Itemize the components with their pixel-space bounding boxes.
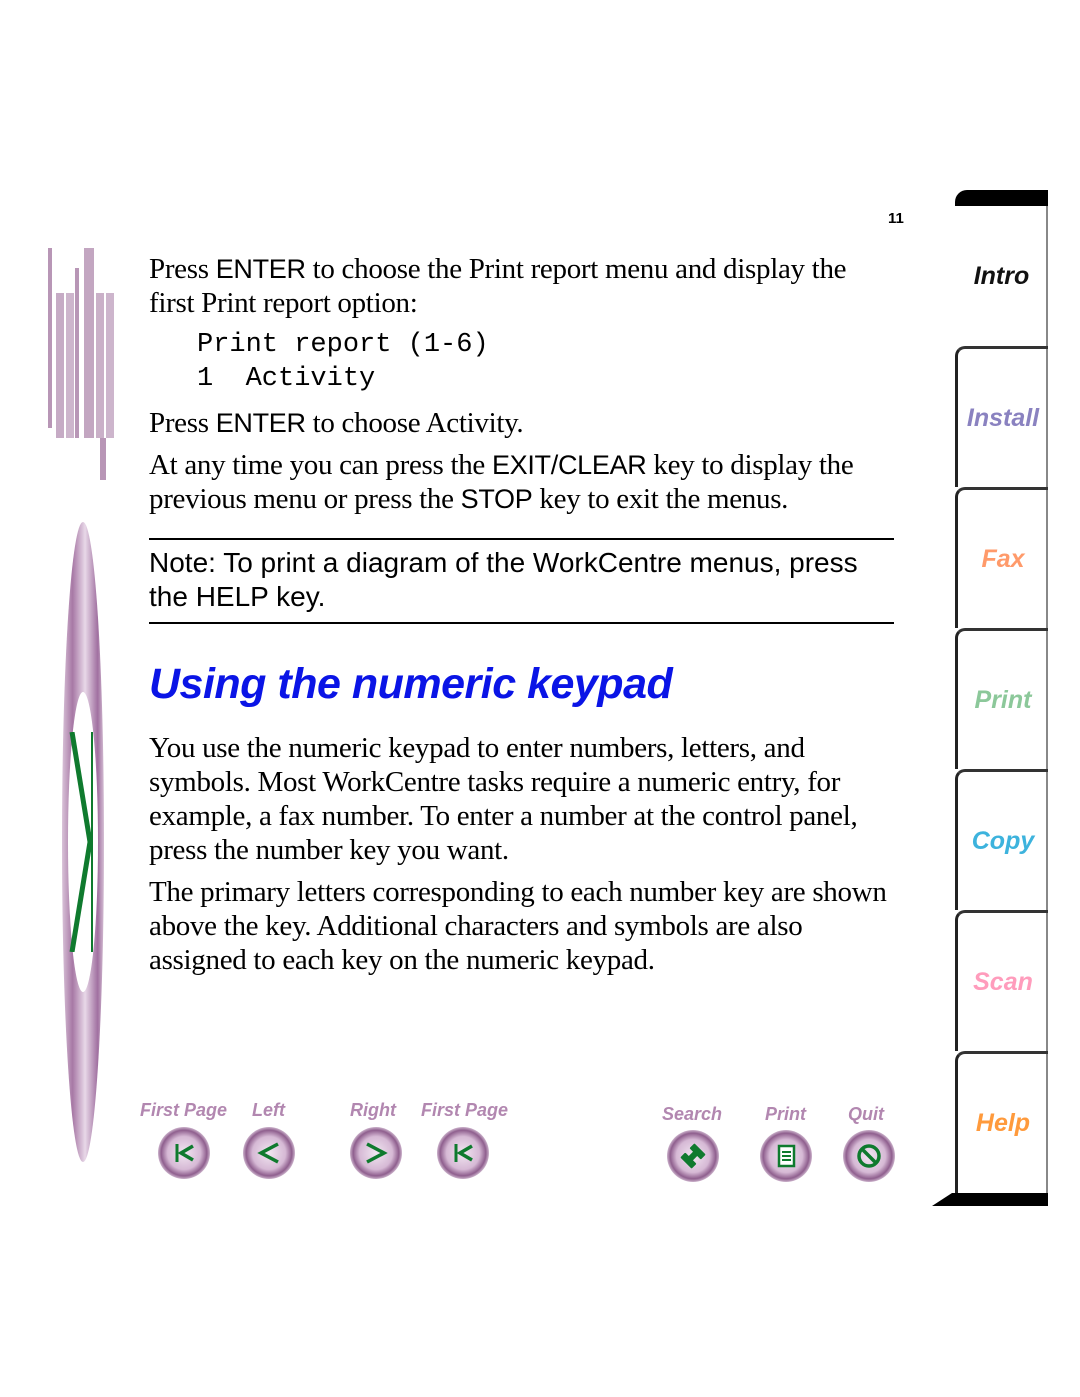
- chevron-left-icon: [257, 1142, 279, 1164]
- tab-copy[interactable]: Copy: [955, 769, 1048, 910]
- last-page-label[interactable]: Last Page: [42, 248, 122, 480]
- binoculars-search-icon: [680, 1143, 706, 1169]
- section-heading: Using the numeric keypad: [149, 660, 673, 708]
- note-box: Note: To print a diagram of the WorkCent…: [149, 538, 894, 624]
- paragraph-enter-print-report: Press ENTER to choose the Print report m…: [149, 253, 847, 319]
- quit-button[interactable]: [843, 1130, 895, 1182]
- tab-print[interactable]: Print: [955, 628, 1048, 769]
- key-enter: ENTER: [215, 254, 306, 284]
- chevron-right-icon: [366, 1142, 388, 1164]
- nav-label-right: Right: [350, 1100, 396, 1120]
- key-stop: STOP: [460, 484, 533, 514]
- nav-label-search: Search: [662, 1104, 723, 1124]
- tab-fax[interactable]: Fax: [955, 487, 1048, 628]
- key-exit-clear: EXIT/CLEAR: [491, 450, 647, 480]
- first-page-button[interactable]: [158, 1127, 210, 1179]
- nav-label-first-page-2: First Page: [421, 1100, 509, 1120]
- section-tabs: Intro Install Fax Print Copy Scan Help: [932, 190, 1048, 1206]
- display-line-2: 1 Activity: [197, 364, 376, 394]
- search-button[interactable]: [667, 1130, 719, 1182]
- document-print-icon: [777, 1144, 796, 1168]
- key-enter-2: ENTER: [215, 408, 306, 438]
- nav-label-quit: Quit: [848, 1104, 884, 1124]
- left-button[interactable]: [243, 1127, 295, 1179]
- tab-scan[interactable]: Scan: [955, 910, 1048, 1051]
- first-page-icon: [175, 1144, 194, 1162]
- first-page-button-2[interactable]: [437, 1127, 489, 1179]
- tabs-top-bar: [955, 190, 1048, 206]
- print-button[interactable]: [760, 1130, 812, 1182]
- nav-label-first-page: First Page: [140, 1100, 228, 1120]
- tab-install[interactable]: Install: [955, 346, 1048, 487]
- last-page-button[interactable]: [62, 522, 104, 1162]
- first-page-icon: [454, 1144, 473, 1162]
- paragraph-choose-activity: Press ENTER to choose Activity.: [149, 407, 524, 439]
- nav-label-print: Print: [765, 1104, 807, 1124]
- paragraph-numeric-keypad: You use the numeric keypad to enter numb…: [149, 732, 858, 866]
- main-content: Press ENTER to choose the Print report m…: [149, 252, 894, 985]
- prohibited-quit-icon: [857, 1144, 881, 1168]
- tab-intro[interactable]: Intro: [955, 206, 1048, 346]
- nav-label-left: Left: [252, 1100, 285, 1120]
- paragraph-primary-letters: The primary letters corresponding to eac…: [149, 876, 887, 976]
- right-button[interactable]: [350, 1127, 402, 1179]
- tabs-bottom-bar: [932, 1193, 1048, 1206]
- last-page-arrow-icon: [69, 732, 93, 952]
- page-number: 11: [888, 210, 904, 227]
- display-line-1: Print report (1-6): [197, 330, 489, 360]
- tab-help[interactable]: Help: [955, 1051, 1048, 1193]
- paragraph-exit-clear: At any time you can press the EXIT/CLEAR…: [149, 449, 854, 515]
- display-readout: Print report (1-6) 1 Activity: [197, 328, 894, 396]
